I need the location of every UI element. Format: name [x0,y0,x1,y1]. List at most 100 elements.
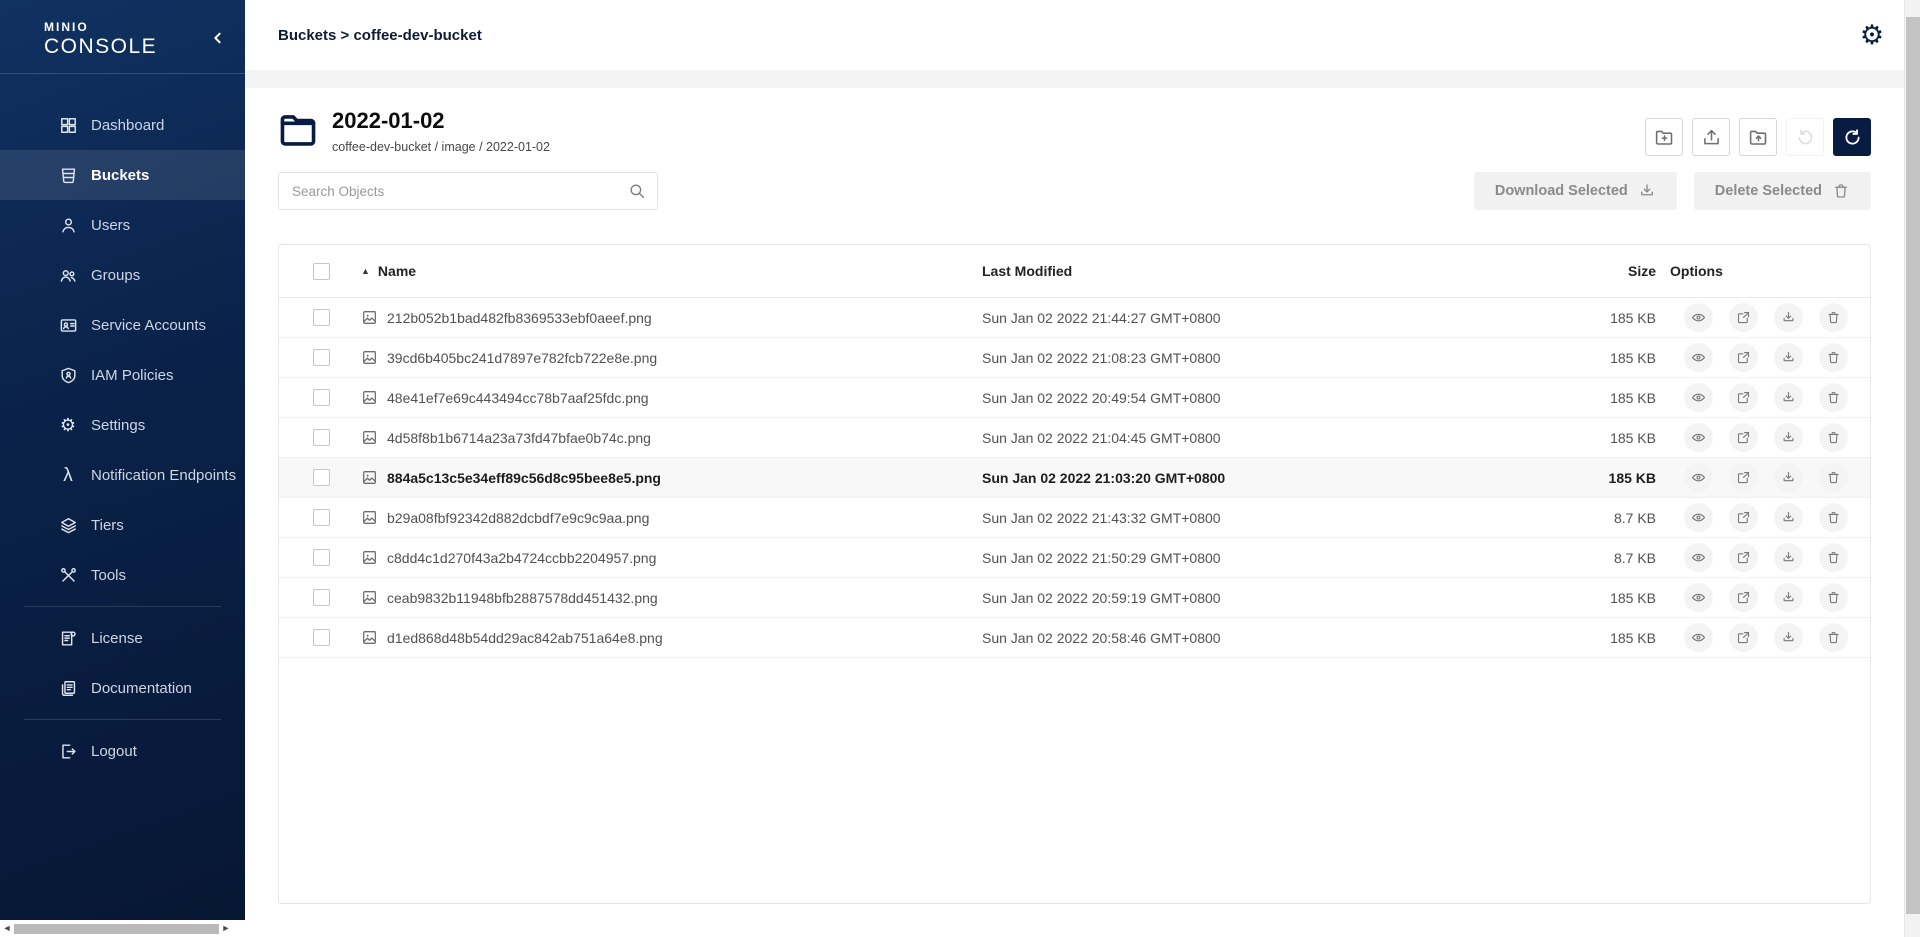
sidebar-item-dashboard[interactable]: Dashboard [0,100,245,150]
row-checkbox[interactable] [313,389,330,406]
share-object-button[interactable] [1729,543,1758,572]
preview-object-button[interactable] [1684,423,1713,452]
share-object-button[interactable] [1729,583,1758,612]
sidebar-item-buckets[interactable]: Buckets [0,150,245,200]
delete-object-button[interactable] [1819,503,1848,532]
download-object-button[interactable] [1774,463,1803,492]
sort-asc-icon[interactable]: ▲ [361,266,370,276]
object-name[interactable]: c8dd4c1d270f43a2b4724ccbb2204957.png [387,550,656,566]
sidebar-item-service-accounts[interactable]: Service Accounts [0,300,245,350]
download-selected-button[interactable]: Download Selected [1474,172,1677,210]
delete-object-button[interactable] [1819,583,1848,612]
object-name[interactable]: 4d58f8b1b6714a23a73fd47bfae0b74c.png [387,430,651,446]
download-object-button[interactable] [1774,623,1803,652]
download-object-button[interactable] [1774,343,1803,372]
row-checkbox[interactable] [313,629,330,646]
preview-object-button[interactable] [1684,503,1713,532]
sidebar-item-documentation[interactable]: Documentation [0,663,245,713]
share-object-button[interactable] [1729,423,1758,452]
delete-object-button[interactable] [1819,383,1848,412]
object-last-modified: Sun Jan 02 2022 21:50:29 GMT+0800 [982,550,1536,566]
table-row[interactable]: 212b052b1bad482fb8369533ebf0aeef.pngSun … [279,298,1870,338]
scroll-right-arrow-icon[interactable]: ► [219,920,233,937]
preview-object-button[interactable] [1684,463,1713,492]
vertical-scrollbar-thumb[interactable] [1906,17,1920,914]
delete-object-button[interactable] [1819,543,1848,572]
table-row[interactable]: 884a5c13c5e34eff89c56d8c95bee8e5.pngSun … [279,458,1870,498]
table-row[interactable]: 39cd6b405bc241d7897e782fcb722e8e.pngSun … [279,338,1870,378]
download-object-button[interactable] [1774,503,1803,532]
share-object-button[interactable] [1729,303,1758,332]
row-checkbox[interactable] [313,349,330,366]
table-row[interactable]: b29a08fbf92342d882dcbdf7e9c9c9aa.pngSun … [279,498,1870,538]
share-object-button[interactable] [1729,623,1758,652]
sidebar-item-iam-policies[interactable]: IAM Policies [0,350,245,400]
object-name[interactable]: 48e41ef7e69c443494cc78b7aaf25fdc.png [387,390,649,406]
row-checkbox[interactable] [313,429,330,446]
horizontal-scrollbar[interactable]: ◄ ► [0,920,245,937]
object-name[interactable]: 884a5c13c5e34eff89c56d8c95bee8e5.png [387,470,661,486]
sidebar-collapse-button[interactable] [207,29,229,51]
table-row[interactable]: d1ed868d48b54dd29ac842ab751a64e8.pngSun … [279,618,1870,658]
sidebar-item-settings[interactable]: ⚙Settings [0,400,245,450]
download-object-button[interactable] [1774,383,1803,412]
scroll-left-arrow-icon[interactable]: ◄ [0,920,14,937]
sidebar-item-logout[interactable]: Logout [0,726,245,776]
download-object-button[interactable] [1774,543,1803,572]
share-object-button[interactable] [1729,343,1758,372]
row-checkbox[interactable] [313,309,330,326]
delete-object-button[interactable] [1819,463,1848,492]
preview-object-button[interactable] [1684,623,1713,652]
delete-selected-button[interactable]: Delete Selected [1694,172,1871,210]
sidebar-item-notification-endpoints[interactable]: λNotification Endpoints [0,450,245,500]
preview-object-button[interactable] [1684,343,1713,372]
object-name[interactable]: 39cd6b405bc241d7897e782fcb722e8e.png [387,350,657,366]
download-object-button[interactable] [1774,423,1803,452]
object-name[interactable]: ceab9832b11948bfb2887578dd451432.png [387,590,658,606]
preview-object-button[interactable] [1684,383,1713,412]
trash-icon [1826,550,1841,565]
share-object-button[interactable] [1729,503,1758,532]
preview-object-button[interactable] [1684,583,1713,612]
table-row[interactable]: 48e41ef7e69c443494cc78b7aaf25fdc.pngSun … [279,378,1870,418]
column-header-name[interactable]: Name [378,263,416,279]
upload-folder-button[interactable] [1739,118,1777,156]
share-object-button[interactable] [1729,383,1758,412]
sidebar-item-license[interactable]: License [0,613,245,663]
select-all-checkbox[interactable] [313,263,330,280]
trash-icon [1826,390,1841,405]
object-name[interactable]: 212b052b1bad482fb8369533ebf0aeef.png [387,310,652,326]
object-name[interactable]: d1ed868d48b54dd29ac842ab751a64e8.png [387,630,663,646]
column-header-size[interactable]: Size [1536,263,1656,279]
download-object-button[interactable] [1774,303,1803,332]
settings-gear-button[interactable]: ⚙ [1855,18,1889,52]
table-row[interactable]: ceab9832b11948bfb2887578dd451432.pngSun … [279,578,1870,618]
column-header-last-modified[interactable]: Last Modified [982,263,1536,279]
upload-file-button[interactable] [1692,118,1730,156]
vertical-scrollbar[interactable] [1904,0,1920,937]
search-input[interactable] [278,172,658,210]
row-checkbox[interactable] [313,509,330,526]
row-checkbox[interactable] [313,589,330,606]
object-name[interactable]: b29a08fbf92342d882dcbdf7e9c9c9aa.png [387,510,649,526]
delete-object-button[interactable] [1819,423,1848,452]
delete-object-button[interactable] [1819,343,1848,372]
delete-object-button[interactable] [1819,623,1848,652]
sidebar-item-tiers[interactable]: Tiers [0,500,245,550]
sidebar-item-users[interactable]: Users [0,200,245,250]
table-row[interactable]: c8dd4c1d270f43a2b4724ccbb2204957.png Sun … [279,538,1870,578]
refresh-button[interactable] [1833,118,1871,156]
horizontal-scrollbar-thumb[interactable] [14,924,219,934]
download-object-button[interactable] [1774,583,1803,612]
new-path-button[interactable] [1645,118,1683,156]
row-checkbox[interactable] [313,549,330,566]
table-row[interactable]: 4d58f8b1b6714a23a73fd47bfae0b74c.pngSun … [279,418,1870,458]
row-checkbox[interactable] [313,469,330,486]
delete-object-button[interactable] [1819,303,1848,332]
breadcrumb[interactable]: Buckets > coffee-dev-bucket [278,27,482,44]
preview-object-button[interactable] [1684,543,1713,572]
sidebar-item-groups[interactable]: Groups [0,250,245,300]
share-object-button[interactable] [1729,463,1758,492]
preview-object-button[interactable] [1684,303,1713,332]
sidebar-item-tools[interactable]: Tools [0,550,245,600]
